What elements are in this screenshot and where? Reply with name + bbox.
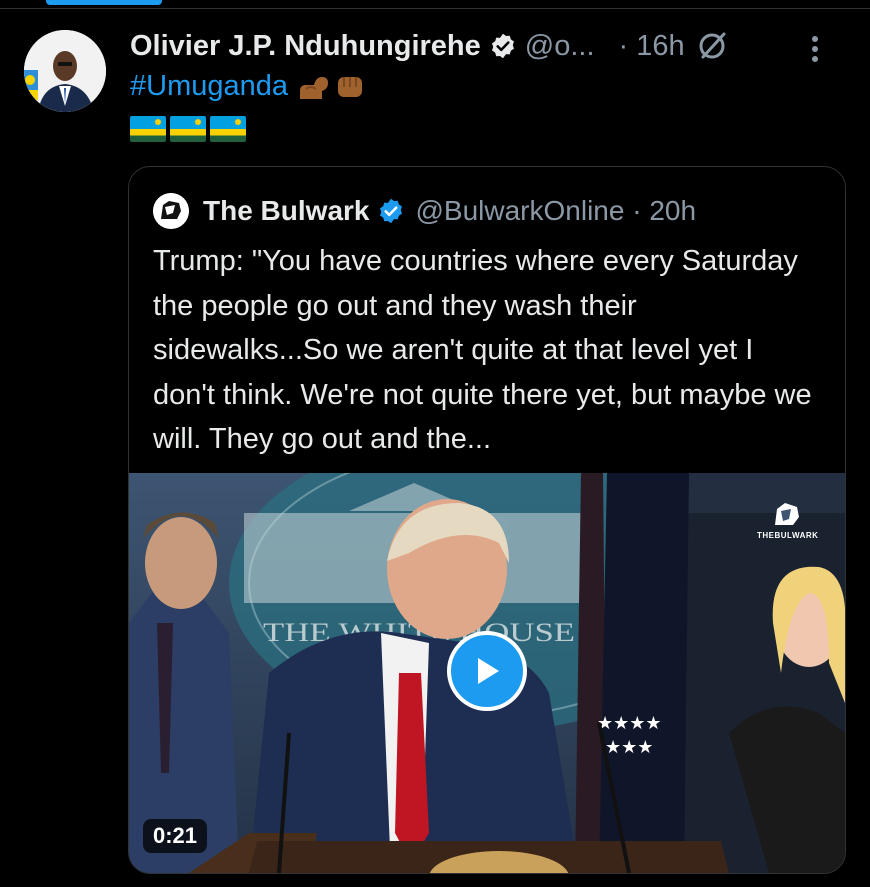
- time-text: 16h: [636, 29, 685, 62]
- top-divider: [0, 8, 870, 9]
- hashtag-link[interactable]: #Umuganda: [130, 70, 288, 103]
- video-player[interactable]: THE WHITE HOUSE ★★★★ ★★★ THEBULWARK 0:21: [129, 473, 845, 873]
- rwanda-flag-emoji: [170, 116, 206, 142]
- author-name[interactable]: Olivier J.P. Nduhungirehe: [130, 30, 481, 63]
- bulwark-logo-icon: [153, 193, 189, 229]
- emoji-group: [296, 71, 368, 103]
- raised-fist-emoji: [338, 76, 362, 97]
- rwanda-flags: [130, 116, 246, 142]
- verified-badge-icon: [380, 198, 403, 224]
- quoted-tweet-text: Trump: "You have countries where every S…: [153, 245, 812, 455]
- bulwark-watermark-icon: [775, 503, 799, 525]
- tweet-timestamp[interactable]: · 16h: [619, 30, 685, 63]
- quoted-tweet-header: The Bulwark @BulwarkOnline · 20h: [153, 193, 696, 229]
- svg-text:★★★: ★★★: [605, 737, 653, 758]
- quoted-author-handle[interactable]: @BulwarkOnline · 20h: [415, 195, 696, 227]
- grok-icon[interactable]: [695, 29, 729, 63]
- svg-text:★★★★: ★★★★: [597, 713, 662, 734]
- active-tab-indicator: [46, 0, 162, 5]
- rwanda-flag-emoji: [130, 116, 166, 142]
- verified-badge-icon: [491, 33, 514, 59]
- more-icon[interactable]: [810, 34, 820, 64]
- author-handle[interactable]: @o...: [525, 30, 595, 63]
- author-avatar[interactable]: [24, 30, 106, 112]
- quoted-author-name[interactable]: The Bulwark: [203, 195, 369, 227]
- tweet-text: #Umuganda: [130, 70, 368, 103]
- quoted-author-avatar[interactable]: [153, 193, 189, 229]
- video-watermark-text: THEBULWARK: [757, 531, 819, 540]
- video-watermark: THEBULWARK: [757, 501, 819, 540]
- separator-dot: ·: [618, 29, 629, 62]
- play-icon: [478, 658, 499, 684]
- quoted-tweet-card[interactable]: The Bulwark @BulwarkOnline · 20h Trump: …: [128, 166, 846, 874]
- video-duration-badge: 0:21: [143, 819, 208, 853]
- author-avatar-image: [24, 30, 106, 112]
- rwanda-flag-emoji: [210, 116, 246, 142]
- flexed-biceps-emoji: [300, 76, 328, 99]
- play-button[interactable]: [447, 631, 527, 711]
- tweet-header: Olivier J.P. Nduhungirehe @o... · 16h: [130, 26, 850, 66]
